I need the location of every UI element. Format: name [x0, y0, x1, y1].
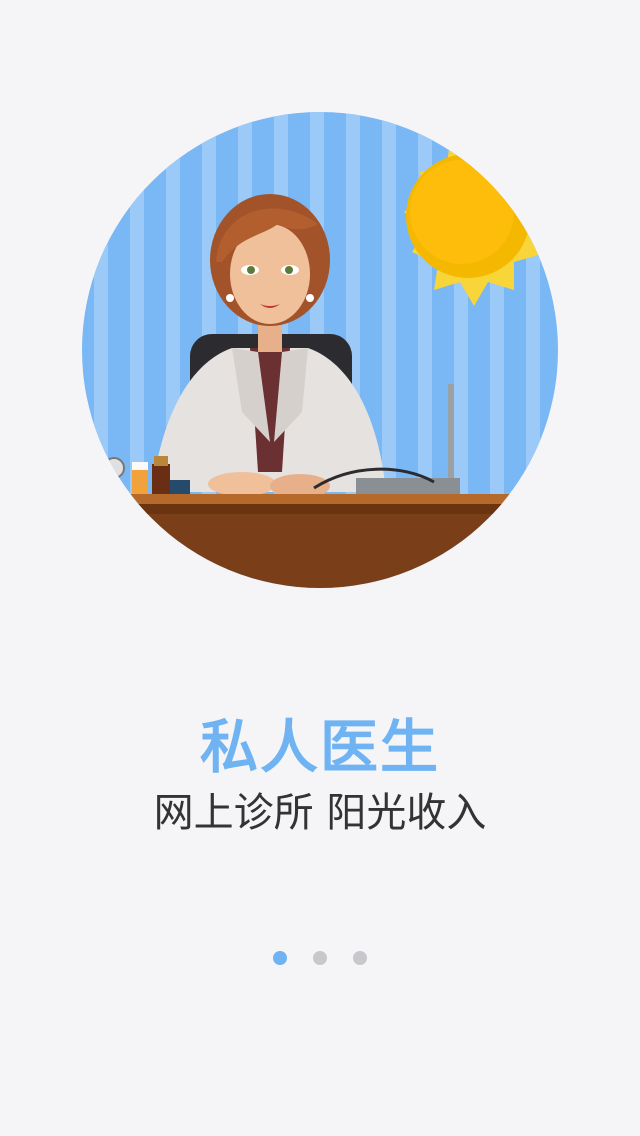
page-dot-3[interactable] — [353, 951, 367, 965]
page-title: 私人医生 — [199, 713, 440, 781]
page-dot-1[interactable] — [273, 951, 287, 965]
page-indicator — [0, 951, 640, 967]
page-dot-2[interactable] — [313, 951, 327, 965]
doctor-illustration — [82, 112, 558, 588]
page-subtitle: 网上诊所 阳光收入 — [153, 790, 487, 836]
